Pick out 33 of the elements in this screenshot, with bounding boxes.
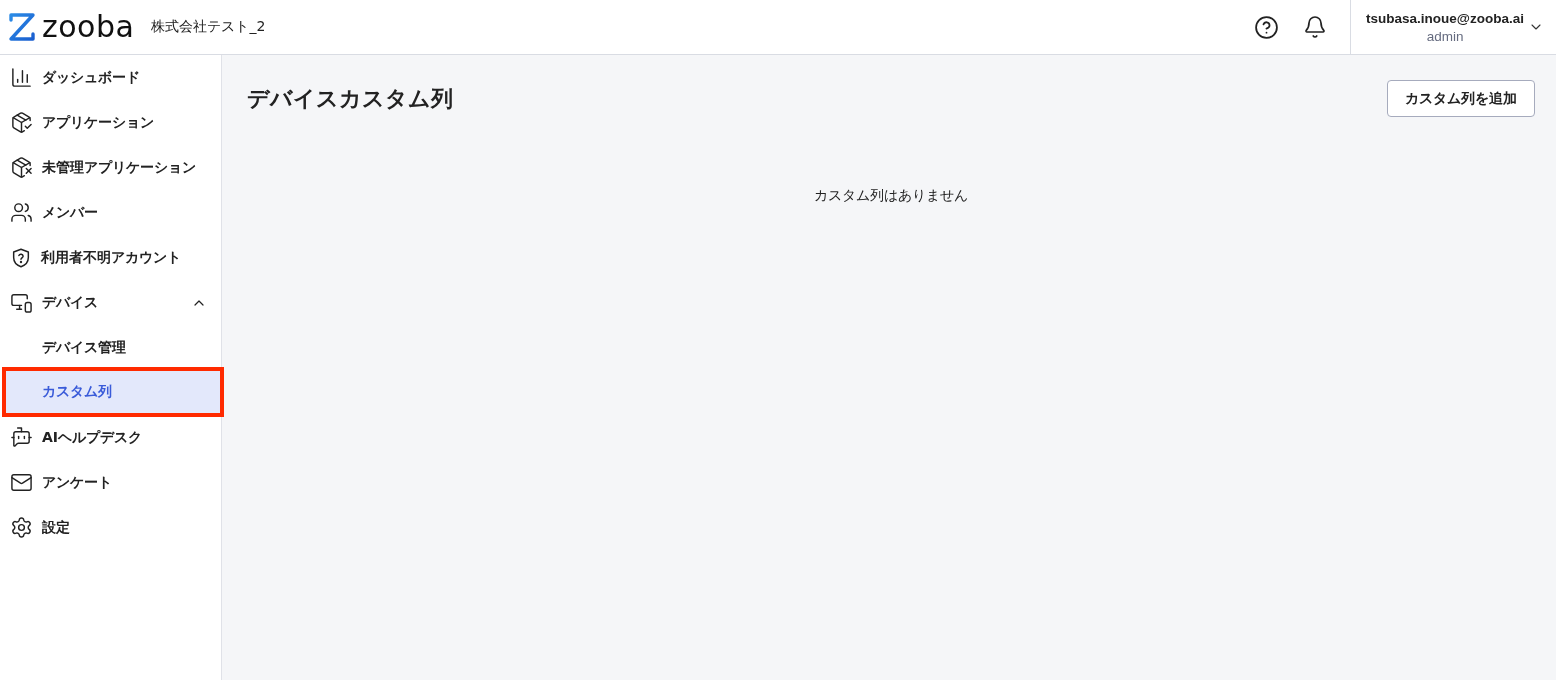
shield-question-icon xyxy=(10,246,32,269)
sidebar-item[interactable]: 利用者不明アカウント xyxy=(0,235,221,280)
sidebar-item[interactable]: 未管理アプリケーション xyxy=(0,145,221,190)
user-menu-button[interactable]: tsubasa.inoue@zooba.ai admin xyxy=(1350,0,1556,54)
notifications-button[interactable] xyxy=(1303,15,1328,39)
sidebar-item[interactable]: デバイス xyxy=(0,280,221,325)
company-name: 株式会社テスト_2 xyxy=(151,18,266,36)
sidebar-subitem[interactable]: カスタム列 xyxy=(6,371,220,413)
help-icon xyxy=(1254,14,1280,40)
user-email: tsubasa.inoue@zooba.ai xyxy=(1366,10,1524,26)
settings-icon xyxy=(10,516,33,539)
monitor-phone-icon xyxy=(10,291,33,314)
page-title: デバイスカスタム列 xyxy=(247,84,453,113)
users-icon xyxy=(10,201,33,224)
envelope-icon xyxy=(10,471,33,494)
box-x-icon xyxy=(10,156,33,179)
sidebar-item[interactable]: 設定 xyxy=(0,505,221,550)
logo-text: zooba xyxy=(42,12,135,42)
user-role: admin xyxy=(1426,28,1464,44)
bell-icon xyxy=(1303,15,1328,39)
help-button[interactable] xyxy=(1254,14,1280,40)
bar-chart-icon xyxy=(10,66,33,89)
empty-message: カスタム列はありません xyxy=(813,187,969,205)
add-custom-column-button[interactable]: カスタム列を追加 xyxy=(1387,80,1535,117)
sidebar-item[interactable]: メンバー xyxy=(0,190,221,235)
sidebar-item[interactable]: AIヘルプデスク xyxy=(0,415,221,460)
logo-icon xyxy=(7,12,37,42)
sidebar-item[interactable]: アンケート xyxy=(0,460,221,505)
sidebar-item[interactable]: アプリケーション xyxy=(0,100,221,145)
robot-icon xyxy=(10,426,33,449)
sidebar-item[interactable]: ダッシュボード xyxy=(0,55,221,100)
sidebar-subitem[interactable]: デバイス管理 xyxy=(0,325,221,370)
box-check-icon xyxy=(10,111,33,134)
